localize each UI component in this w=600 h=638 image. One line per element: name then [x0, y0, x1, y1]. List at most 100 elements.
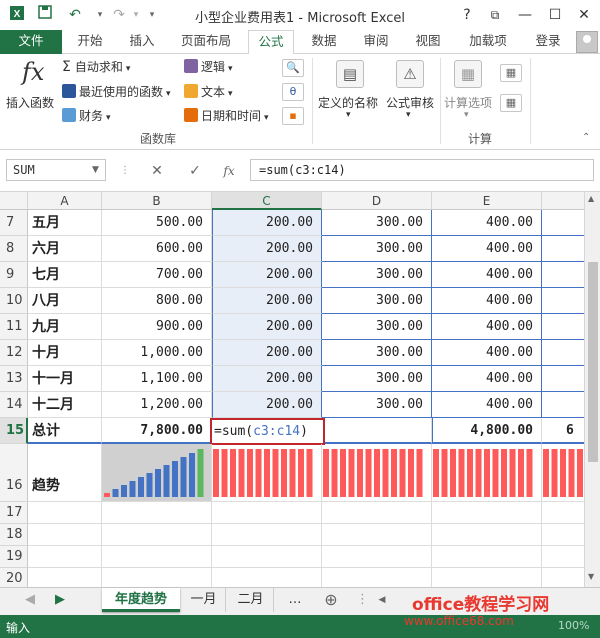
tab-data[interactable]: 数据	[304, 30, 344, 54]
row-header[interactable]: 20	[0, 568, 28, 587]
tab-view[interactable]: 视图	[408, 30, 448, 54]
calc-now-icon[interactable]: ▦	[500, 64, 522, 82]
empty-cell[interactable]	[28, 524, 102, 546]
vertical-scrollbar[interactable]: ▲ ▼	[584, 192, 600, 587]
cell-e9[interactable]: 400.00	[432, 262, 542, 288]
cell-f8[interactable]	[542, 236, 584, 262]
cell-d10[interactable]: 300.00	[322, 288, 432, 314]
tab-split-handle[interactable]: ⋮	[356, 588, 369, 612]
close-button[interactable]: ✕	[572, 4, 596, 26]
tab-home[interactable]: 开始	[70, 30, 110, 54]
row-header[interactable]: 11	[0, 314, 28, 340]
empty-cell[interactable]	[542, 568, 584, 587]
sparkline-cell-c16[interactable]	[212, 444, 322, 502]
cell-f11[interactable]	[542, 314, 584, 340]
formula-input[interactable]: =sum(c3:c14)	[250, 159, 594, 181]
calc-sheet-icon[interactable]: ▦	[500, 94, 522, 112]
zoom-level[interactable]: 100%	[558, 619, 589, 632]
tab-addins[interactable]: 加载项	[460, 30, 516, 54]
cell-a12[interactable]: 十月	[28, 340, 102, 366]
sparkline-cell-b16[interactable]	[102, 444, 212, 502]
cell-e14[interactable]: 400.00	[432, 392, 542, 418]
sheet-tab-annual-trend[interactable]: 年度趋势	[102, 588, 180, 612]
cell-f10[interactable]	[542, 288, 584, 314]
ribbon-display-button[interactable]: ⧉	[483, 4, 507, 26]
finance-button[interactable]: 财务 ▾	[62, 107, 111, 124]
datetime-button[interactable]: 日期和时间 ▾	[184, 107, 269, 124]
cell-b11[interactable]: 900.00	[102, 314, 212, 340]
empty-cell[interactable]	[102, 502, 212, 524]
cell-e11[interactable]: 400.00	[432, 314, 542, 340]
cell-a11[interactable]: 九月	[28, 314, 102, 340]
column-header-b[interactable]: B	[102, 192, 212, 210]
empty-cell[interactable]	[542, 502, 584, 524]
cell-b14[interactable]: 1,200.00	[102, 392, 212, 418]
tab-formulas[interactable]: 公式	[248, 30, 294, 55]
empty-cell[interactable]	[212, 502, 322, 524]
cell-d13[interactable]: 300.00	[322, 366, 432, 392]
empty-cell[interactable]	[432, 524, 542, 546]
cell-c8[interactable]: 200.00	[212, 236, 322, 262]
insert-function-button[interactable]: 插入函数	[6, 94, 54, 111]
cell-d11[interactable]: 300.00	[322, 314, 432, 340]
cell-e8[interactable]: 400.00	[432, 236, 542, 262]
cell-b9[interactable]: 700.00	[102, 262, 212, 288]
column-header-d[interactable]: D	[322, 192, 432, 210]
maximize-button[interactable]: ☐	[543, 4, 567, 26]
empty-cell[interactable]	[432, 502, 542, 524]
empty-cell[interactable]	[28, 502, 102, 524]
tab-file[interactable]: 文件	[0, 30, 62, 54]
row-header[interactable]: 17	[0, 502, 28, 524]
cancel-button[interactable]: ✕	[146, 161, 168, 181]
cell-d9[interactable]: 300.00	[322, 262, 432, 288]
insert-function-icon[interactable]: fx	[22, 58, 44, 86]
row-header[interactable]: 16	[0, 444, 28, 502]
logic-button[interactable]: 逻辑 ▾	[184, 58, 233, 75]
more-sheets-button[interactable]: …	[280, 588, 310, 612]
chevron-down-icon[interactable]: ▼	[92, 165, 99, 175]
cell-f13[interactable]	[542, 366, 584, 392]
sparkline-cell-e16[interactable]	[432, 444, 542, 502]
add-sheet-button[interactable]: ⊕	[318, 588, 344, 612]
cell-a9[interactable]: 七月	[28, 262, 102, 288]
cell-f9[interactable]	[542, 262, 584, 288]
scroll-down-icon[interactable]: ▼	[588, 572, 594, 581]
empty-cell[interactable]	[102, 546, 212, 568]
select-all-corner[interactable]	[0, 192, 28, 210]
lookup-reference-icon[interactable]: 🔍	[282, 59, 304, 77]
empty-cell[interactable]	[322, 502, 432, 524]
empty-cell[interactable]	[28, 546, 102, 568]
cell-b10[interactable]: 800.00	[102, 288, 212, 314]
cell-e12[interactable]: 400.00	[432, 340, 542, 366]
cell-a8[interactable]: 六月	[28, 236, 102, 262]
cell-e15[interactable]: 4,800.00	[432, 418, 542, 444]
user-avatar-icon[interactable]	[576, 31, 598, 53]
sheet-tab-february[interactable]: 二月	[228, 588, 274, 612]
spreadsheet-grid[interactable]: A B C D E 7 五月 500.00 200.00 300.00 400.00 8 六月…	[0, 192, 584, 587]
enter-button[interactable]: ✓	[184, 161, 206, 181]
cell-e13[interactable]: 400.00	[432, 366, 542, 392]
cell-b8[interactable]: 600.00	[102, 236, 212, 262]
empty-cell[interactable]	[212, 568, 322, 587]
cell-b12[interactable]: 1,000.00	[102, 340, 212, 366]
calc-options-button[interactable]: 计算选项	[444, 94, 492, 111]
row-header[interactable]: 14	[0, 392, 28, 418]
sparkline-cell-f16[interactable]	[542, 444, 584, 502]
defined-names-button[interactable]: 定义的名称	[318, 94, 378, 111]
cell-c7[interactable]: 200.00	[212, 210, 322, 236]
cell-e7[interactable]: 400.00	[432, 210, 542, 236]
row-header[interactable]: 18	[0, 524, 28, 546]
row-header[interactable]: 19	[0, 546, 28, 568]
cell-d14[interactable]: 300.00	[322, 392, 432, 418]
column-header-c[interactable]: C	[212, 192, 322, 210]
empty-cell[interactable]	[28, 568, 102, 587]
cell-f14[interactable]	[542, 392, 584, 418]
help-button[interactable]: ?	[455, 4, 479, 26]
cell-c9[interactable]: 200.00	[212, 262, 322, 288]
sheet-tab-january[interactable]: 一月	[182, 588, 226, 612]
cell-c11[interactable]: 200.00	[212, 314, 322, 340]
collapse-ribbon-icon[interactable]: ⌃	[582, 132, 590, 143]
autosum-button[interactable]: Σ 自动求和 ▾	[62, 58, 130, 75]
prev-sheet-icon[interactable]: ◀	[22, 588, 38, 612]
empty-cell[interactable]	[432, 568, 542, 587]
